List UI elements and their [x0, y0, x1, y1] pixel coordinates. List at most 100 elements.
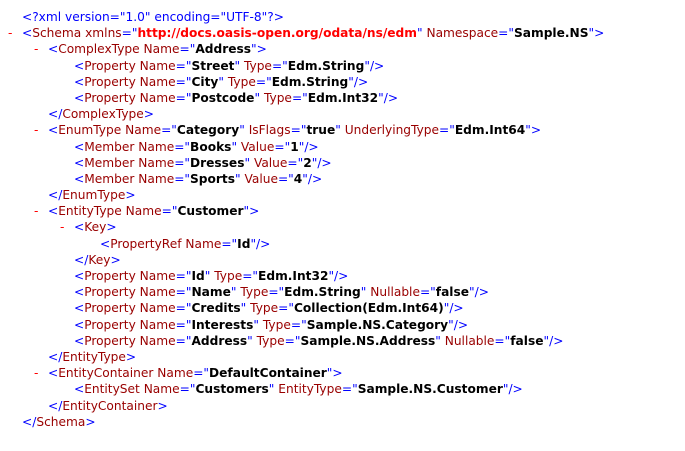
tag-bracket: >	[249, 204, 260, 219]
attribute-value: Edm.Int32	[307, 90, 379, 105]
attribute-value: Postcode	[191, 90, 255, 105]
collapse-toggle-icon[interactable]: -	[34, 365, 38, 381]
tag-bracket: <	[74, 333, 85, 348]
tag-bracket: >	[256, 42, 267, 57]
tag-name: EntityType	[62, 349, 126, 364]
xml-line: </EnumType>	[0, 187, 685, 203]
xml-line-content: <Member Name="Books" Value="1"/>	[74, 139, 319, 155]
tag-name: Member	[84, 155, 135, 170]
xml-line: <Property Name="Address" Type="Sample.NS…	[0, 333, 685, 349]
attribute-name: Name	[139, 269, 176, 283]
tag-name: EnumType	[62, 188, 126, 203]
attribute-value: 1	[290, 139, 299, 154]
tag-bracket: <	[74, 90, 85, 105]
attribute-quote: "	[218, 74, 224, 89]
attribute-quote: "	[244, 155, 251, 170]
attribute-value: Name	[191, 285, 231, 300]
attribute-value: Edm.String	[287, 58, 365, 73]
xml-line-content: <Member Name="Dresses" Value="2"/>	[74, 155, 332, 171]
attribute-name: Name	[125, 204, 162, 219]
attribute-name: Name	[138, 171, 175, 186]
xml-line: <Property Name="Name" Type="Edm.String" …	[0, 284, 685, 300]
tag-bracket: >	[594, 26, 605, 41]
attribute-quote: ="	[175, 333, 192, 348]
collapse-toggle-icon[interactable]: -	[60, 219, 64, 235]
attribute-value: Address	[191, 333, 248, 348]
tag-name: EntityContainer	[62, 398, 158, 413]
attribute-name: Type	[214, 269, 243, 283]
tag-name: Property	[84, 74, 136, 89]
tag-name: Property	[84, 58, 136, 73]
tag-bracket: <	[48, 366, 59, 381]
attribute-name: Value	[253, 155, 288, 170]
xml-tree-view: <?xml version="1.0" encoding="UTF-8"?> - <…	[0, 9, 685, 430]
xml-line: <?xml version="1.0" encoding="UTF-8"?>	[0, 9, 685, 25]
xml-line: - <EnumType Name="Category" IsFlags="true…	[0, 122, 685, 138]
tag-bracket: <	[74, 301, 85, 316]
xml-line: - <ComplexType Name="Address">	[0, 41, 685, 57]
collapse-toggle-icon[interactable]: -	[8, 25, 12, 41]
collapse-toggle-icon[interactable]: -	[34, 203, 38, 219]
attribute-value: true	[306, 123, 336, 138]
attribute-name: Name	[139, 74, 176, 89]
tag-bracket: />	[549, 333, 564, 348]
attribute-name: Name	[139, 301, 176, 316]
tag-bracket: </	[74, 252, 89, 267]
tag-bracket: <	[100, 236, 111, 251]
xml-line: - <Key>	[0, 219, 685, 235]
attribute-value: http://docs.oasis-open.org/odata/ns/edm	[137, 26, 417, 41]
attribute-quote: ="	[121, 26, 138, 41]
tag-bracket: >	[530, 123, 542, 138]
attribute-value: Collection(Edm.Int64)	[293, 301, 444, 316]
attribute-name: Type	[227, 74, 256, 89]
tag-bracket: />	[317, 155, 332, 170]
attribute-quote: ="	[174, 155, 191, 170]
tag-name: Key	[88, 252, 111, 267]
attribute-value: 4	[293, 171, 303, 186]
collapse-toggle-icon[interactable]: -	[34, 41, 38, 57]
attribute-quote: ="	[498, 26, 514, 41]
attribute-name: Name	[138, 139, 175, 154]
attribute-value: Edm.String	[271, 74, 349, 89]
xml-line-content: <EntitySet Name="Customers" EntityType="…	[74, 381, 523, 397]
attribute-value: DefaultContainer	[209, 366, 327, 381]
xml-line: </ComplexType>	[0, 106, 685, 122]
xml-line: <Property Name="Credits" Type="Collectio…	[0, 300, 685, 316]
attribute-quote: ="	[284, 333, 301, 348]
attribute-quote: ="	[268, 285, 285, 300]
attribute-name: Name	[157, 366, 194, 381]
attribute-name: UnderlyingType	[344, 123, 440, 138]
tag-bracket: <	[22, 26, 33, 41]
attribute-value: Interests	[191, 317, 254, 332]
attribute-name: Type	[256, 333, 285, 348]
attribute-name: xmlns	[85, 26, 122, 41]
tag-name: EntitySet	[84, 382, 140, 397]
tag-bracket: <	[74, 171, 85, 186]
attribute-quote: "	[234, 58, 241, 73]
attribute-quote: ="	[175, 58, 192, 73]
attribute-quote: ="	[439, 123, 455, 138]
attribute-quote: ="	[175, 269, 192, 283]
tag-bracket: </	[48, 107, 63, 122]
xml-line-content: </Schema>	[22, 414, 96, 430]
attribute-quote: ="	[271, 58, 288, 73]
attribute-quote: ="	[255, 74, 272, 89]
xml-line-content: <EntityType Name="Customer">	[48, 203, 259, 219]
tag-bracket: />	[304, 139, 319, 154]
attribute-name: Name	[138, 155, 175, 170]
attribute-value: Dresses	[190, 155, 245, 170]
collapse-toggle-icon[interactable]: -	[34, 122, 38, 138]
xml-line-content: <ComplexType Name="Address">	[48, 41, 267, 57]
xml-line: </Key>	[0, 252, 685, 268]
attribute-name: Name	[139, 333, 176, 348]
attribute-quote: ="	[175, 74, 192, 89]
tag-bracket: <	[74, 220, 85, 235]
tag-bracket: />	[256, 236, 271, 251]
tag-bracket: >	[110, 252, 121, 267]
attribute-value: City	[191, 74, 219, 89]
attribute-quote: ="	[242, 269, 259, 283]
attribute-name: Namespace	[426, 26, 499, 41]
attribute-quote: ="	[274, 139, 291, 154]
attribute-value: 2	[303, 155, 312, 170]
tag-bracket: <	[74, 139, 85, 154]
